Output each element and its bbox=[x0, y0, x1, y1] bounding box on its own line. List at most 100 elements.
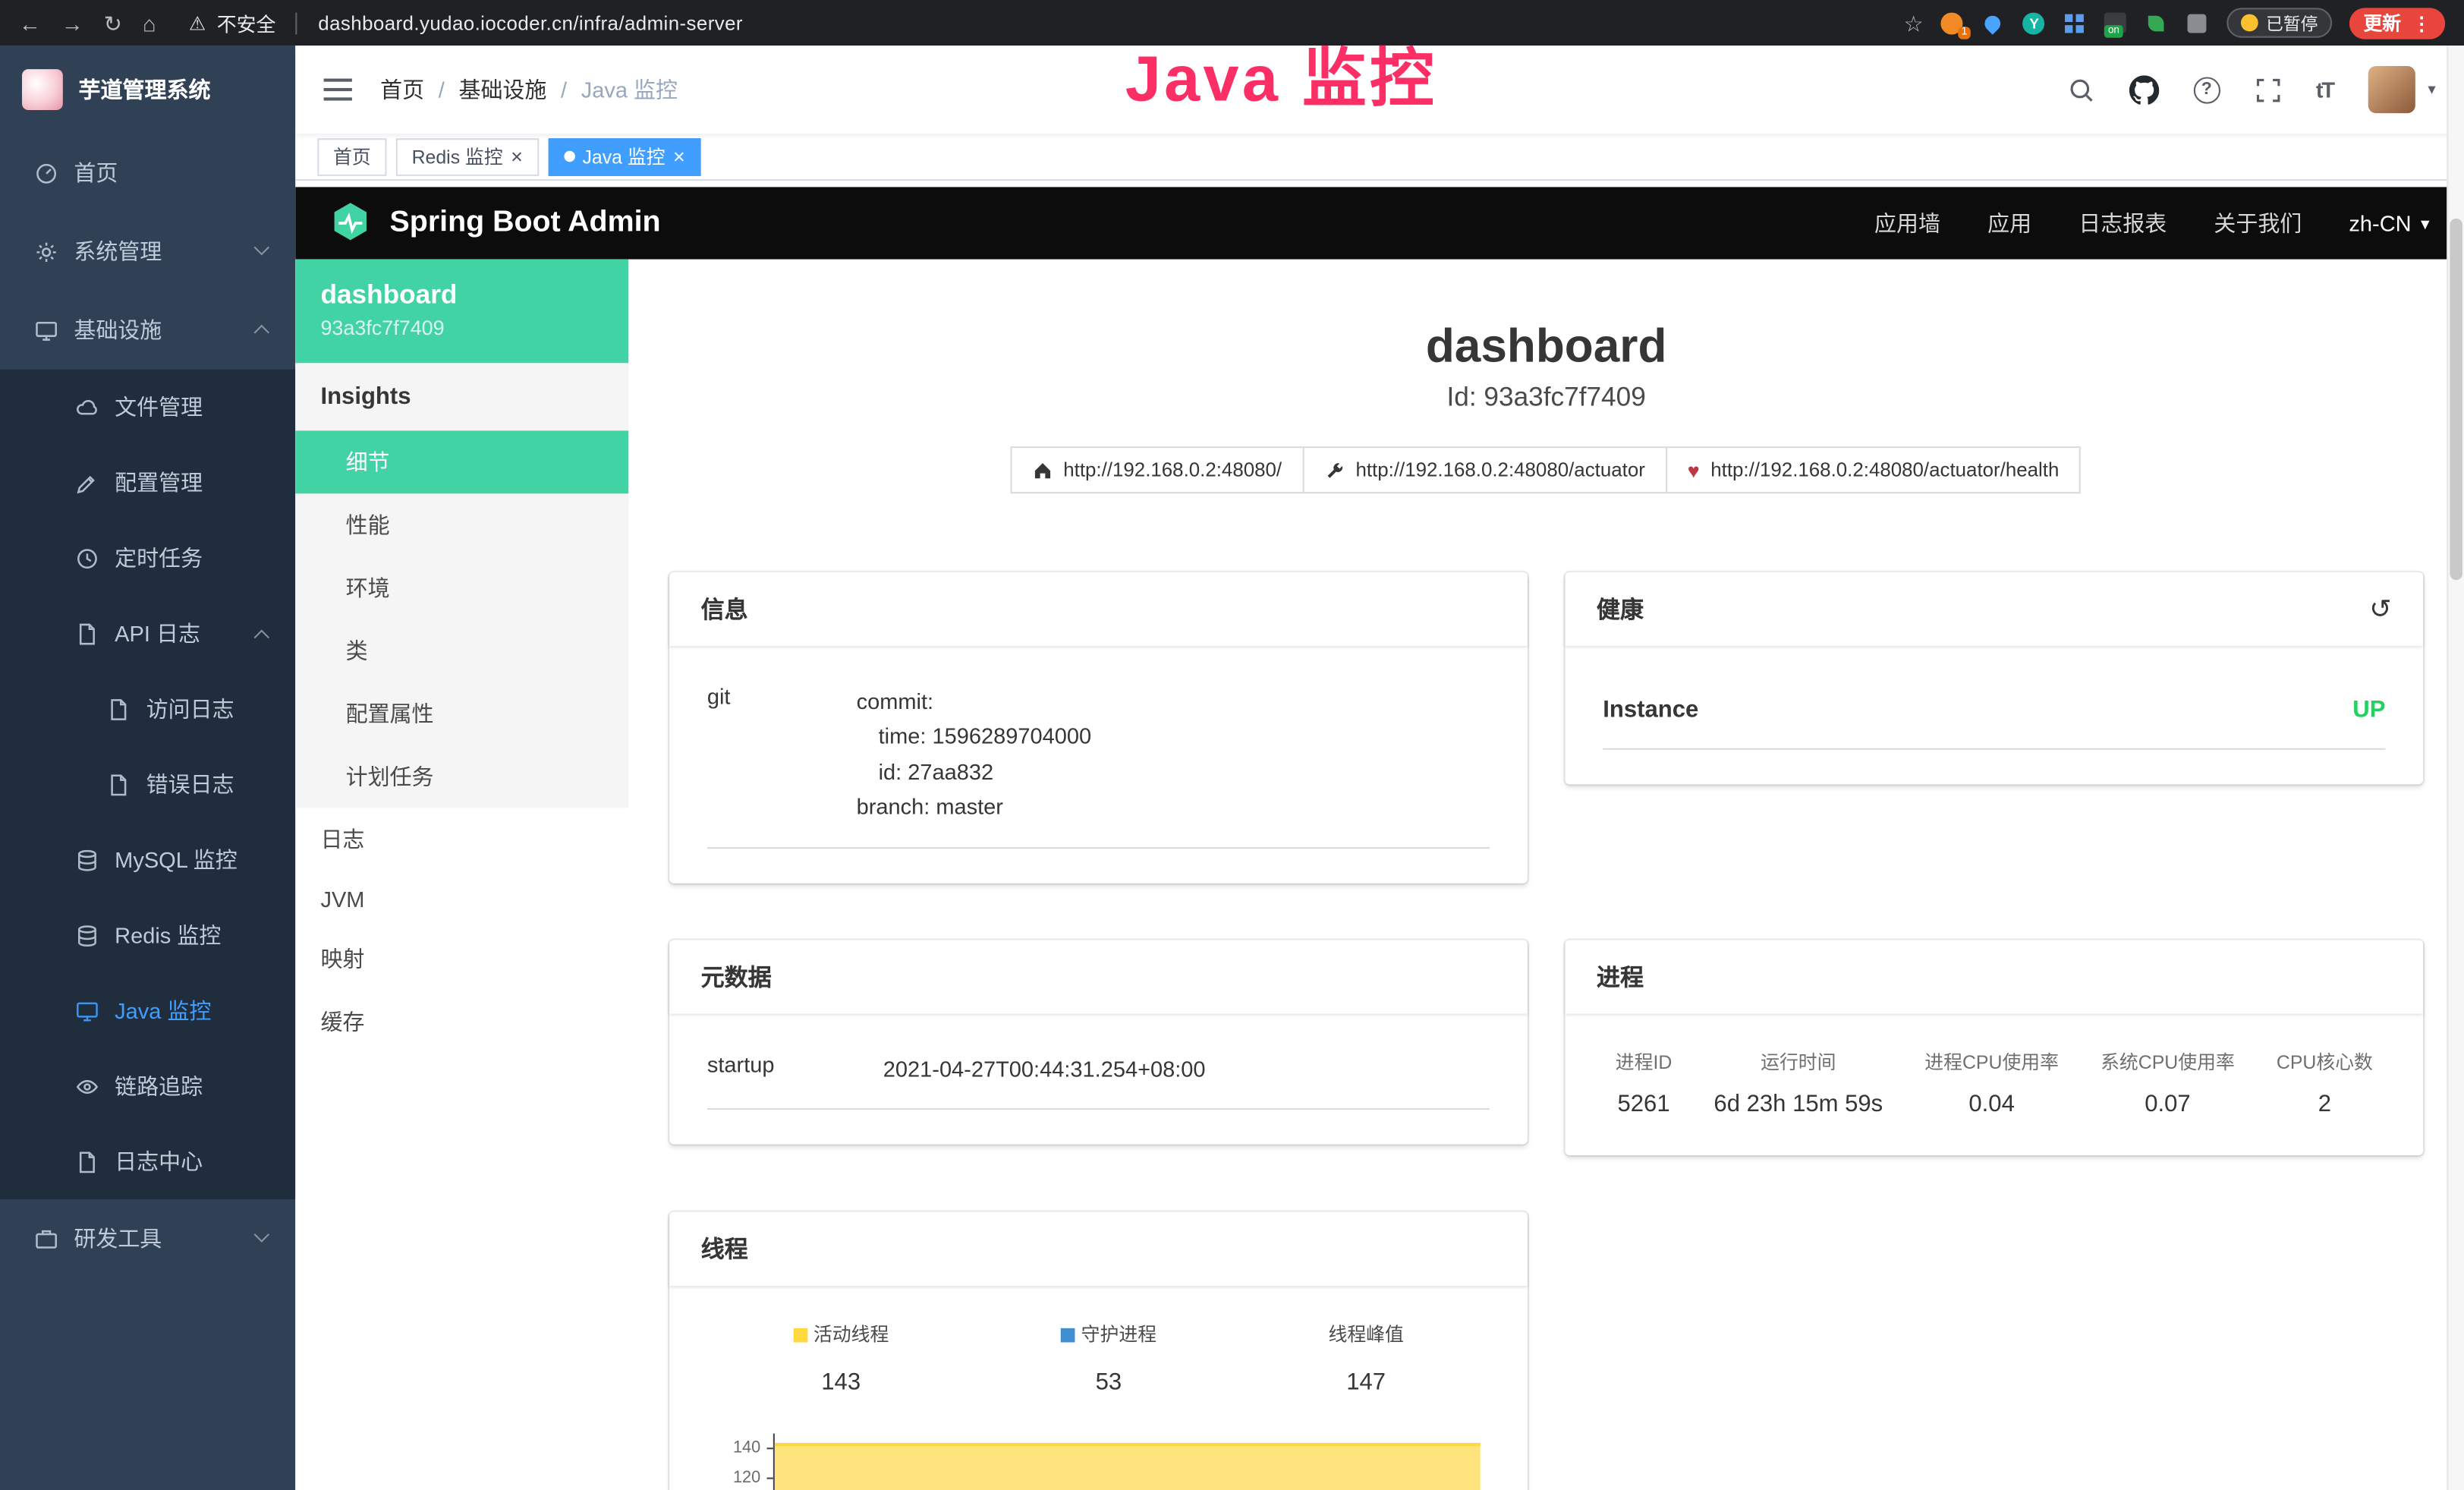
app-logo bbox=[22, 69, 63, 110]
sidebar-item-config[interactable]: 配置管理 bbox=[0, 445, 295, 520]
sidebar-item-redis[interactable]: Redis 监控 bbox=[0, 897, 295, 972]
extension-y-icon[interactable]: Y bbox=[2022, 11, 2046, 34]
sidebar-item-tracing[interactable]: 链路追踪 bbox=[0, 1048, 295, 1123]
sidebar-collapse-icon[interactable] bbox=[324, 79, 352, 101]
kebab-menu-icon[interactable]: ⋮ bbox=[2412, 12, 2431, 34]
sba-item-environment[interactable]: 环境 bbox=[295, 556, 628, 619]
tab-java-monitor[interactable]: Java 监控 × bbox=[548, 137, 700, 175]
sba-item-mappings[interactable]: 映射 bbox=[295, 928, 628, 991]
legend-value: 147 bbox=[1328, 1369, 1403, 1395]
active-dot bbox=[564, 151, 574, 162]
page-scrollbar[interactable] bbox=[2447, 46, 2464, 1490]
breadcrumb-separator: / bbox=[439, 77, 445, 102]
process-card-body: 进程ID 5261 运行时间 6d 23h 15m 59s bbox=[1566, 1013, 2424, 1155]
sba-item-caches[interactable]: 缓存 bbox=[295, 991, 628, 1054]
metadata-row-startup: startup 2021-04-27T00:44:31.254+08:00 bbox=[707, 1044, 1490, 1110]
sba-nav-journal[interactable]: 日志报表 bbox=[2079, 207, 2167, 238]
chevron-down-icon bbox=[254, 240, 269, 255]
sba-item-jvm[interactable]: JVM bbox=[295, 871, 628, 928]
browser-home-button[interactable]: ⌂ bbox=[143, 12, 156, 34]
github-icon[interactable] bbox=[2129, 74, 2158, 104]
legend-text: 活动线程 bbox=[813, 1323, 889, 1345]
y-tick: 120 bbox=[707, 1463, 773, 1490]
breadcrumb-infra[interactable]: 基础设施 bbox=[458, 74, 546, 105]
instance-header[interactable]: dashboard 93a3fc7f7409 bbox=[295, 260, 628, 364]
extension-fox-icon[interactable]: 1 bbox=[1940, 11, 1964, 34]
sidebar-item-jobs[interactable]: 定时任务 bbox=[0, 520, 295, 595]
sba-item-loggers[interactable]: 日志 bbox=[295, 808, 628, 871]
site-security[interactable]: ⚠ 不安全 bbox=[189, 8, 275, 37]
actuator-url-link[interactable]: http://192.168.0.2:48080/actuator bbox=[1302, 446, 1667, 493]
bookmark-star-icon[interactable]: ☆ bbox=[1904, 12, 1924, 34]
sba-item-scheduled-tasks[interactable]: 计划任务 bbox=[295, 745, 628, 808]
scrollbar-thumb[interactable] bbox=[2450, 219, 2462, 580]
sba-item-metrics[interactable]: 性能 bbox=[295, 493, 628, 556]
back-button[interactable]: ← bbox=[19, 12, 41, 34]
profile-paused-pill[interactable]: 已暂停 bbox=[2226, 8, 2332, 37]
user-avatar[interactable] bbox=[2368, 66, 2415, 113]
tab-label: Java 监控 bbox=[582, 143, 665, 169]
service-url-link[interactable]: http://192.168.0.2:48080/ bbox=[1010, 446, 1304, 493]
sidebar-item-error-log[interactable]: 错误日志 bbox=[0, 747, 295, 822]
tab-home[interactable]: 首页 bbox=[317, 137, 386, 175]
extension-grid-icon[interactable] bbox=[2063, 11, 2087, 34]
live-threads-area bbox=[775, 1442, 1481, 1490]
address-bar[interactable]: dashboard.yudao.iocoder.cn/infra/admin-s… bbox=[318, 12, 743, 34]
sidebar-item-mysql[interactable]: MySQL 监控 bbox=[0, 822, 295, 897]
metric-pid: 进程ID 5261 bbox=[1616, 1047, 1673, 1117]
sidebar-item-api-log[interactable]: API 日志 bbox=[0, 596, 295, 671]
page-subtitle: Id: 93a3fc7f7409 bbox=[628, 382, 2464, 413]
sba-nav-wallboard[interactable]: 应用墙 bbox=[1874, 207, 1940, 238]
info-line: commit: bbox=[857, 684, 1091, 719]
health-card-header: 健康 ↺ bbox=[1566, 572, 2424, 646]
metric-value: 0.04 bbox=[1924, 1090, 2059, 1117]
history-icon[interactable]: ↺ bbox=[2369, 596, 2392, 622]
sidebar-item-system[interactable]: 系统管理 bbox=[0, 213, 295, 291]
chrome-update-button[interactable]: 更新 ⋮ bbox=[2349, 7, 2445, 38]
close-icon[interactable]: × bbox=[673, 146, 685, 167]
sidebar-item-infra[interactable]: 基础设施 bbox=[0, 291, 295, 370]
sidebar-item-home[interactable]: 首页 bbox=[0, 134, 295, 213]
sidebar-item-files[interactable]: 文件管理 bbox=[0, 370, 295, 445]
sidebar-item-access-log[interactable]: 访问日志 bbox=[0, 671, 295, 746]
extension-leaf-icon[interactable] bbox=[2145, 11, 2169, 34]
health-url-link[interactable]: ♥ http://192.168.0.2:48080/actuator/heal… bbox=[1666, 446, 2082, 493]
sidebar-item-dev-tools[interactable]: 研发工具 bbox=[0, 1199, 295, 1278]
chevron-up-icon bbox=[254, 325, 269, 340]
health-card: 健康 ↺ Instance UP bbox=[1566, 572, 2424, 785]
tab-redis-monitor[interactable]: Redis 监控 × bbox=[396, 137, 539, 175]
search-icon[interactable] bbox=[2068, 76, 2094, 102]
forward-button[interactable]: → bbox=[61, 12, 83, 34]
close-icon[interactable]: × bbox=[511, 146, 523, 167]
document-icon bbox=[75, 1150, 99, 1173]
sba-nav-about[interactable]: 关于我们 bbox=[2214, 207, 2302, 238]
sba-nav-applications[interactable]: 应用 bbox=[1987, 207, 2031, 238]
fullscreen-icon[interactable] bbox=[2255, 76, 2281, 102]
breadcrumb-home[interactable]: 首页 bbox=[380, 74, 424, 105]
sba-item-details[interactable]: 细节 bbox=[295, 430, 628, 493]
tags-bar: 首页 Redis 监控 × Java 监控 × bbox=[295, 134, 2464, 181]
legend-swatch-blue bbox=[1061, 1328, 1075, 1342]
extension-puzzle-icon[interactable] bbox=[2186, 11, 2209, 34]
metric-label: 进程ID bbox=[1616, 1047, 1673, 1074]
legend-label: 线程峰值 bbox=[1328, 1320, 1403, 1347]
metadata-card-header: 元数据 bbox=[669, 939, 1528, 1013]
detail-cards: 信息 git commit: time: 1596289704000 id: 2 bbox=[628, 493, 2464, 1490]
extension-drop-icon[interactable] bbox=[1981, 11, 2005, 34]
font-size-icon[interactable]: tT bbox=[2316, 77, 2333, 102]
legend-value: 53 bbox=[1061, 1369, 1156, 1395]
refresh-button[interactable]: ↻ bbox=[104, 12, 122, 34]
database-icon bbox=[75, 848, 99, 871]
sidebar-item-java-monitor[interactable]: Java 监控 bbox=[0, 973, 295, 1048]
threads-card: 线程 活动线程 143 守护进程 bbox=[669, 1211, 1528, 1490]
sidebar-item-log-center[interactable]: 日志中心 bbox=[0, 1124, 295, 1199]
app-logo-row[interactable]: 芋道管理系统 bbox=[0, 46, 295, 134]
metric-value: 2 bbox=[2277, 1090, 2373, 1117]
metadata-card-body: startup 2021-04-27T00:44:31.254+08:00 bbox=[669, 1013, 1528, 1145]
locale-select[interactable]: zh-CN ▾ bbox=[2349, 210, 2429, 235]
sba-item-classes[interactable]: 类 bbox=[295, 619, 628, 682]
status-badge: UP bbox=[2352, 696, 2385, 723]
help-icon[interactable]: ? bbox=[2193, 76, 2220, 102]
sba-item-config-props[interactable]: 配置属性 bbox=[295, 682, 628, 745]
extension-on-icon[interactable]: on bbox=[2104, 11, 2128, 34]
